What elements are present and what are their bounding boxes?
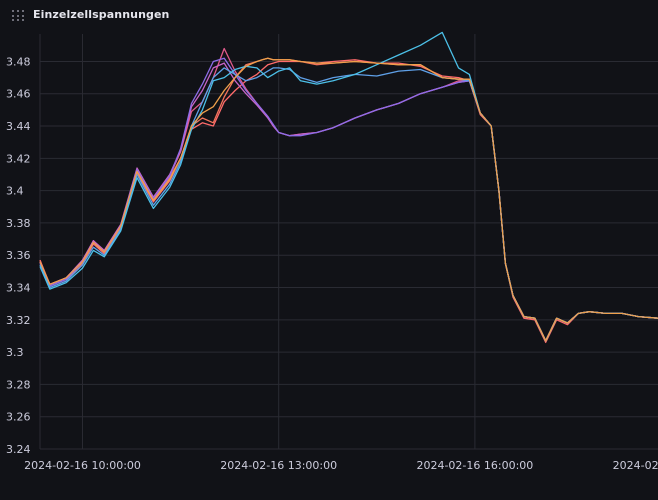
x-axis-labels: 2024-02-16 10:00:00 2024-02-16 13:00:00 20… — [24, 459, 658, 472]
y-tick-label: 3.44 — [6, 120, 31, 133]
voltage-chart[interactable]: 3.48 3.46 3.44 3.42 3.4 3.38 3.36 3.34 3.32 3.3 3.… — [0, 0, 658, 500]
y-tick-label: 3.34 — [6, 282, 31, 295]
y-tick-label: 3.24 — [6, 443, 31, 456]
y-tick-label: 3.46 — [6, 88, 31, 101]
series-line-5 — [39, 57, 658, 342]
series-line-8 — [39, 57, 658, 342]
y-axis-labels: 3.48 3.46 3.44 3.42 3.4 3.38 3.36 3.34 3.32 3.3 3.… — [6, 55, 31, 456]
y-tick-label: 3.3 — [6, 346, 24, 359]
y-tick-label: 3.42 — [6, 152, 31, 165]
x-tick-label: 2024-02-16 19:00:00 — [613, 459, 658, 472]
series-line-4 — [39, 62, 658, 342]
series-line-6 — [39, 67, 658, 342]
y-tick-label: 3.48 — [6, 55, 31, 68]
y-tick-label: 3.36 — [6, 249, 31, 262]
series-line-2 — [39, 59, 658, 344]
series-line-1 — [39, 57, 658, 342]
x-tick-label: 2024-02-16 10:00:00 — [24, 459, 141, 472]
chart-grid — [39, 34, 658, 450]
y-tick-label: 3.26 — [6, 411, 31, 424]
series-line-3 — [39, 47, 658, 342]
y-tick-label: 3.28 — [6, 378, 31, 391]
x-tick-label: 2024-02-16 16:00:00 — [416, 459, 533, 472]
y-tick-label: 3.4 — [6, 185, 24, 198]
x-tick-label: 2024-02-16 13:00:00 — [220, 459, 337, 472]
chart-series — [39, 31, 658, 344]
y-tick-label: 3.38 — [6, 217, 31, 230]
y-tick-label: 3.32 — [6, 314, 31, 327]
